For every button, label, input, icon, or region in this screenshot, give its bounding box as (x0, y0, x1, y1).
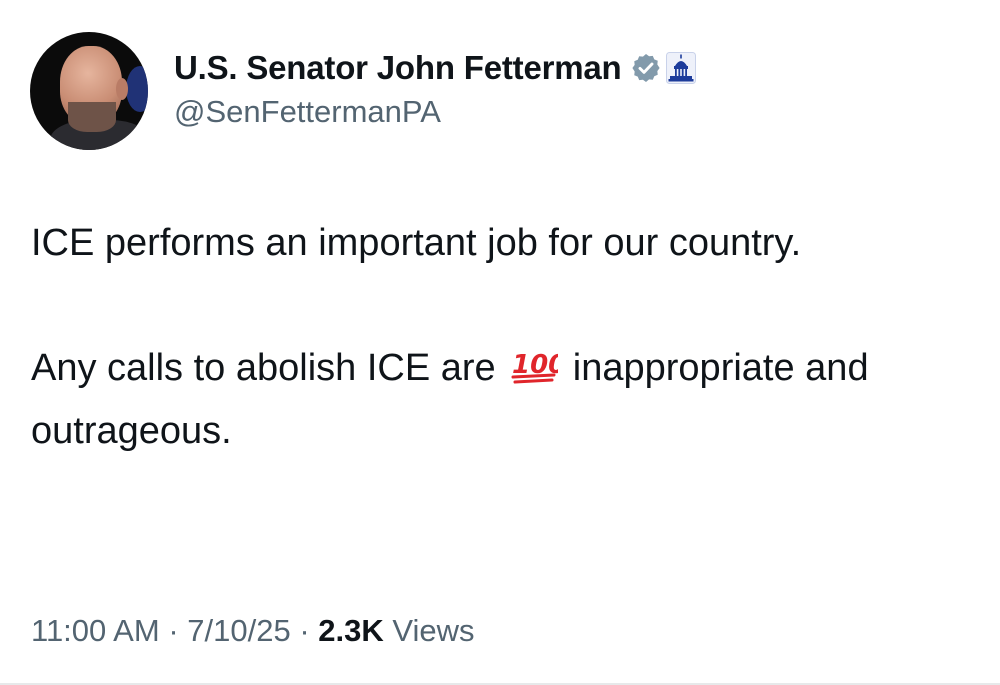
gray-checkmark-badge-icon[interactable] (630, 52, 662, 84)
tweet-card: U.S. Senator John Fetterman @SenFetterma… (0, 0, 1000, 685)
tweet-paragraph-2: Any calls to abolish ICE are 100 inappro… (31, 337, 971, 463)
author-display-name[interactable]: U.S. Senator John Fetterman (174, 49, 622, 87)
author-names: U.S. Senator John Fetterman @SenFetterma… (174, 48, 696, 130)
views-count[interactable]: 2.3K (318, 613, 383, 648)
views-label: Views (392, 613, 475, 648)
tweet-header: U.S. Senator John Fetterman @SenFetterma… (30, 32, 696, 152)
tweet-meta: 11:00 AM · 7/10/25 · 2.3K Views (31, 613, 475, 649)
author-avatar[interactable] (30, 32, 148, 150)
meta-separator: · (299, 613, 310, 648)
avatar-beard (68, 102, 116, 132)
meta-separator: · (168, 613, 179, 648)
avatar-background-light (126, 66, 148, 112)
tweet-date[interactable]: 7/10/25 (187, 613, 290, 648)
avatar-ear (116, 78, 128, 100)
hundred-points-emoji-icon: 100 (510, 343, 567, 384)
display-name-row: U.S. Senator John Fetterman (174, 48, 696, 88)
tweet-paragraph-2-start: Any calls to abolish ICE are (31, 347, 507, 389)
author-handle[interactable]: @SenFettermanPA (174, 94, 696, 130)
tweet-text: ICE performs an important job for our co… (31, 212, 971, 463)
tweet-paragraph-1: ICE performs an important job for our co… (31, 222, 802, 264)
tweet-time[interactable]: 11:00 AM (31, 613, 160, 648)
us-capitol-icon[interactable] (665, 52, 696, 84)
